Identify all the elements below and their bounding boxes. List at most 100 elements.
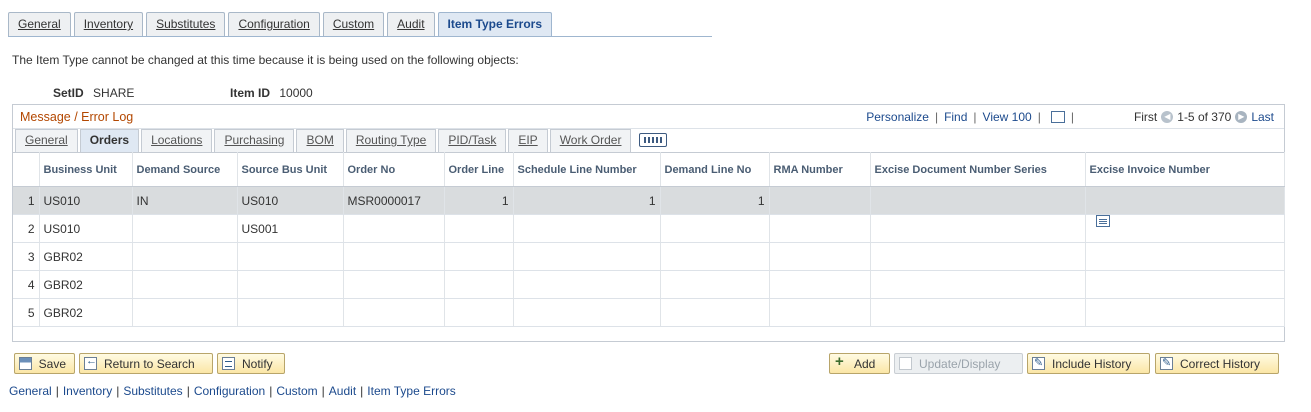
tab-audit[interactable]: Audit — [387, 12, 435, 36]
cell-demand-line — [660, 270, 770, 299]
cell-demand-source — [132, 214, 238, 243]
column-header[interactable]: Order Line — [444, 152, 514, 187]
include-history-button[interactable]: Include History — [1027, 353, 1150, 374]
cell-order-no — [343, 214, 445, 243]
cell-demand-source — [132, 298, 238, 327]
last-link[interactable]: Last — [1251, 110, 1274, 124]
row-number: 4 — [13, 270, 40, 299]
cell-business-unit: GBR02 — [39, 298, 133, 327]
correct-history-label: Correct History — [1180, 356, 1261, 371]
column-header[interactable]: Demand Line No — [660, 152, 770, 187]
cell-order-no — [343, 298, 445, 327]
cell-business-unit: GBR02 — [39, 242, 133, 271]
grid-tab-locations[interactable]: Locations — [141, 129, 213, 152]
cell-schedule-line — [513, 214, 661, 243]
grid-tab-work-order[interactable]: Work Order — [549, 129, 632, 152]
grid-tab-general[interactable]: General — [15, 129, 78, 152]
footer-link-custom[interactable]: Custom — [276, 384, 317, 398]
separator: | — [973, 110, 977, 124]
cell-excise-series — [870, 186, 1086, 215]
column-header[interactable]: Schedule Line Number — [513, 152, 661, 187]
table-row[interactable]: 1 US010 IN US010 MSR0000017 1 1 1 — [13, 186, 1285, 215]
column-header[interactable]: Order No — [343, 152, 445, 187]
cell-demand-line: 1 — [660, 186, 770, 215]
save-button[interactable]: Save — [14, 353, 75, 374]
grid-tab-pid-task[interactable]: PID/Task — [438, 129, 507, 152]
tab-underline — [8, 36, 712, 37]
footer-link-inventory[interactable]: Inventory — [63, 384, 112, 398]
row-number: 2 — [13, 214, 40, 243]
column-header[interactable]: Business Unit — [39, 152, 133, 187]
table-header-row: Business Unit Demand Source Source Bus U… — [13, 152, 1285, 187]
cell-schedule-line — [513, 270, 661, 299]
table-row[interactable]: 5 GBR02 — [13, 298, 1285, 327]
tab-substitutes[interactable]: Substitutes — [146, 12, 226, 36]
table-row[interactable]: 3 GBR02 — [13, 242, 1285, 271]
row-number: 1 — [13, 186, 40, 215]
grid-tab-bom[interactable]: BOM — [296, 129, 344, 152]
notify-button[interactable]: Notify — [217, 353, 285, 374]
tab-inventory[interactable]: Inventory — [73, 12, 144, 36]
tab-item-type-errors[interactable]: Item Type Errors — [437, 12, 553, 36]
table-row[interactable]: 4 GBR02 — [13, 270, 1285, 299]
return-arrow-icon — [84, 355, 97, 370]
column-header[interactable]: Excise Document Number Series — [870, 152, 1086, 187]
cell-excise-series — [870, 214, 1086, 243]
footer-link-substitutes[interactable]: Substitutes — [123, 384, 182, 398]
cell-demand-source: IN — [132, 186, 238, 215]
item-id-field: Item ID 10000 — [230, 86, 313, 100]
notify-icon — [222, 357, 235, 370]
tab-general[interactable]: General — [8, 12, 71, 36]
cell-demand-source — [132, 242, 238, 271]
separator: | — [360, 384, 364, 398]
update-display-icon — [899, 357, 912, 370]
tab-configuration[interactable]: Configuration — [228, 12, 320, 36]
separator: | — [269, 384, 273, 398]
previous-arrow-icon[interactable]: ◀ — [1161, 111, 1174, 123]
correct-history-button[interactable]: Correct History — [1155, 353, 1279, 374]
footer-link-audit[interactable]: Audit — [329, 384, 356, 398]
separator: | — [1070, 110, 1074, 124]
show-all-columns-icon[interactable] — [639, 133, 668, 147]
tab-custom[interactable]: Custom — [322, 12, 385, 36]
cell-demand-source — [132, 270, 238, 299]
grid-tab-eip[interactable]: EIP — [508, 129, 548, 152]
grid-title: Message / Error Log — [20, 110, 134, 124]
find-link[interactable]: Find — [944, 110, 967, 124]
add-button[interactable]: Add — [829, 353, 890, 374]
add-label: Add — [854, 356, 876, 371]
grid-tab-purchasing[interactable]: Purchasing — [214, 129, 295, 152]
return-to-search-button[interactable]: Return to Search — [79, 353, 213, 374]
personalize-link[interactable]: Personalize — [866, 110, 929, 124]
cell-rma-number — [769, 214, 871, 243]
save-label: Save — [38, 356, 66, 371]
update-display-button[interactable]: Update/Display — [894, 353, 1023, 374]
view-100-link[interactable]: View 100 — [983, 110, 1032, 124]
table-row[interactable]: 2 US010 US001 — [13, 214, 1285, 243]
cell-business-unit: US010 — [39, 186, 133, 215]
cell-excise-series — [870, 270, 1086, 299]
message-error-log-grid: Message / Error Log Personalize | Find |… — [12, 104, 1285, 342]
include-history-icon — [1032, 356, 1045, 370]
return-to-search-label: Return to Search — [104, 356, 195, 371]
save-icon — [19, 357, 32, 370]
new-window-icon[interactable] — [1050, 111, 1065, 123]
footer-link-item-type-errors[interactable]: Item Type Errors — [367, 384, 455, 398]
column-header[interactable]: Demand Source — [132, 152, 238, 187]
cell-demand-line — [660, 298, 770, 327]
cell-order-no — [343, 270, 445, 299]
separator: | — [55, 384, 59, 398]
column-header[interactable]: Source Bus Unit — [237, 152, 344, 187]
cell-excise-invoice — [1085, 214, 1285, 243]
grid-tab-routing-type[interactable]: Routing Type — [345, 129, 437, 152]
separator: | — [934, 110, 939, 124]
row-number: 3 — [13, 242, 40, 271]
column-header[interactable]: RMA Number — [769, 152, 871, 187]
footer-link-general[interactable]: General — [9, 384, 52, 398]
grid-tab-orders[interactable]: Orders — [79, 129, 140, 152]
separator: | — [116, 384, 120, 398]
plus-icon — [834, 353, 847, 370]
next-arrow-icon[interactable]: ▶ — [1235, 111, 1248, 123]
footer-link-configuration[interactable]: Configuration — [194, 384, 265, 398]
column-header[interactable]: Excise Invoice Number — [1085, 152, 1285, 187]
